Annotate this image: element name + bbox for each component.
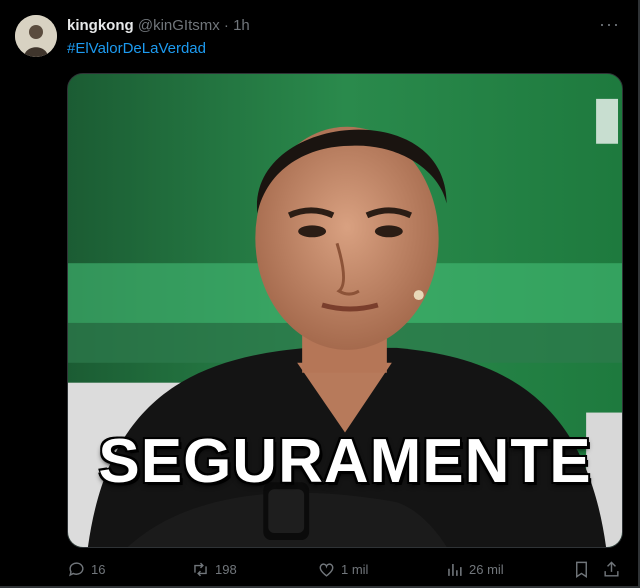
separator-dot: · <box>219 17 234 34</box>
author-handle[interactable]: @kinGItsmx <box>138 17 220 34</box>
bookmark-button[interactable] <box>572 560 596 579</box>
tweet-header: kingkong @kinGItsmx · 1h <box>67 16 250 36</box>
reply-button[interactable]: 16 <box>67 560 105 579</box>
analytics-icon <box>448 563 462 576</box>
retweet-count: 198 <box>215 562 237 577</box>
meme-caption: SEGURAMENTE <box>98 427 592 496</box>
more-options-icon[interactable]: ··· <box>599 14 620 34</box>
avatar[interactable] <box>15 15 57 57</box>
like-count: 1 mil <box>341 562 369 577</box>
hashtag-link[interactable]: #ElValorDeLaVerdad <box>67 39 206 59</box>
timestamp[interactable]: 1h <box>233 17 250 34</box>
views-button[interactable]: 26 mil <box>445 560 504 579</box>
action-bar: 16 198 1 mil 26 mil <box>67 560 623 586</box>
view-count: 26 mil <box>469 562 504 577</box>
retweet-icon <box>194 562 207 577</box>
retweet-button[interactable]: 198 <box>191 560 237 579</box>
share-icon <box>604 561 619 577</box>
heart-icon <box>319 563 334 577</box>
author-name[interactable]: kingkong <box>67 17 134 34</box>
tweet-media-image[interactable]: SEGURAMENTE <box>67 73 623 548</box>
like-button[interactable]: 1 mil <box>317 560 368 579</box>
tweet-container: kingkong @kinGItsmx · 1h ··· #ElValorDeL… <box>0 0 640 588</box>
reply-icon <box>69 562 84 577</box>
share-button[interactable] <box>602 560 626 579</box>
reply-count: 16 <box>91 562 106 577</box>
bookmark-icon <box>576 561 587 578</box>
